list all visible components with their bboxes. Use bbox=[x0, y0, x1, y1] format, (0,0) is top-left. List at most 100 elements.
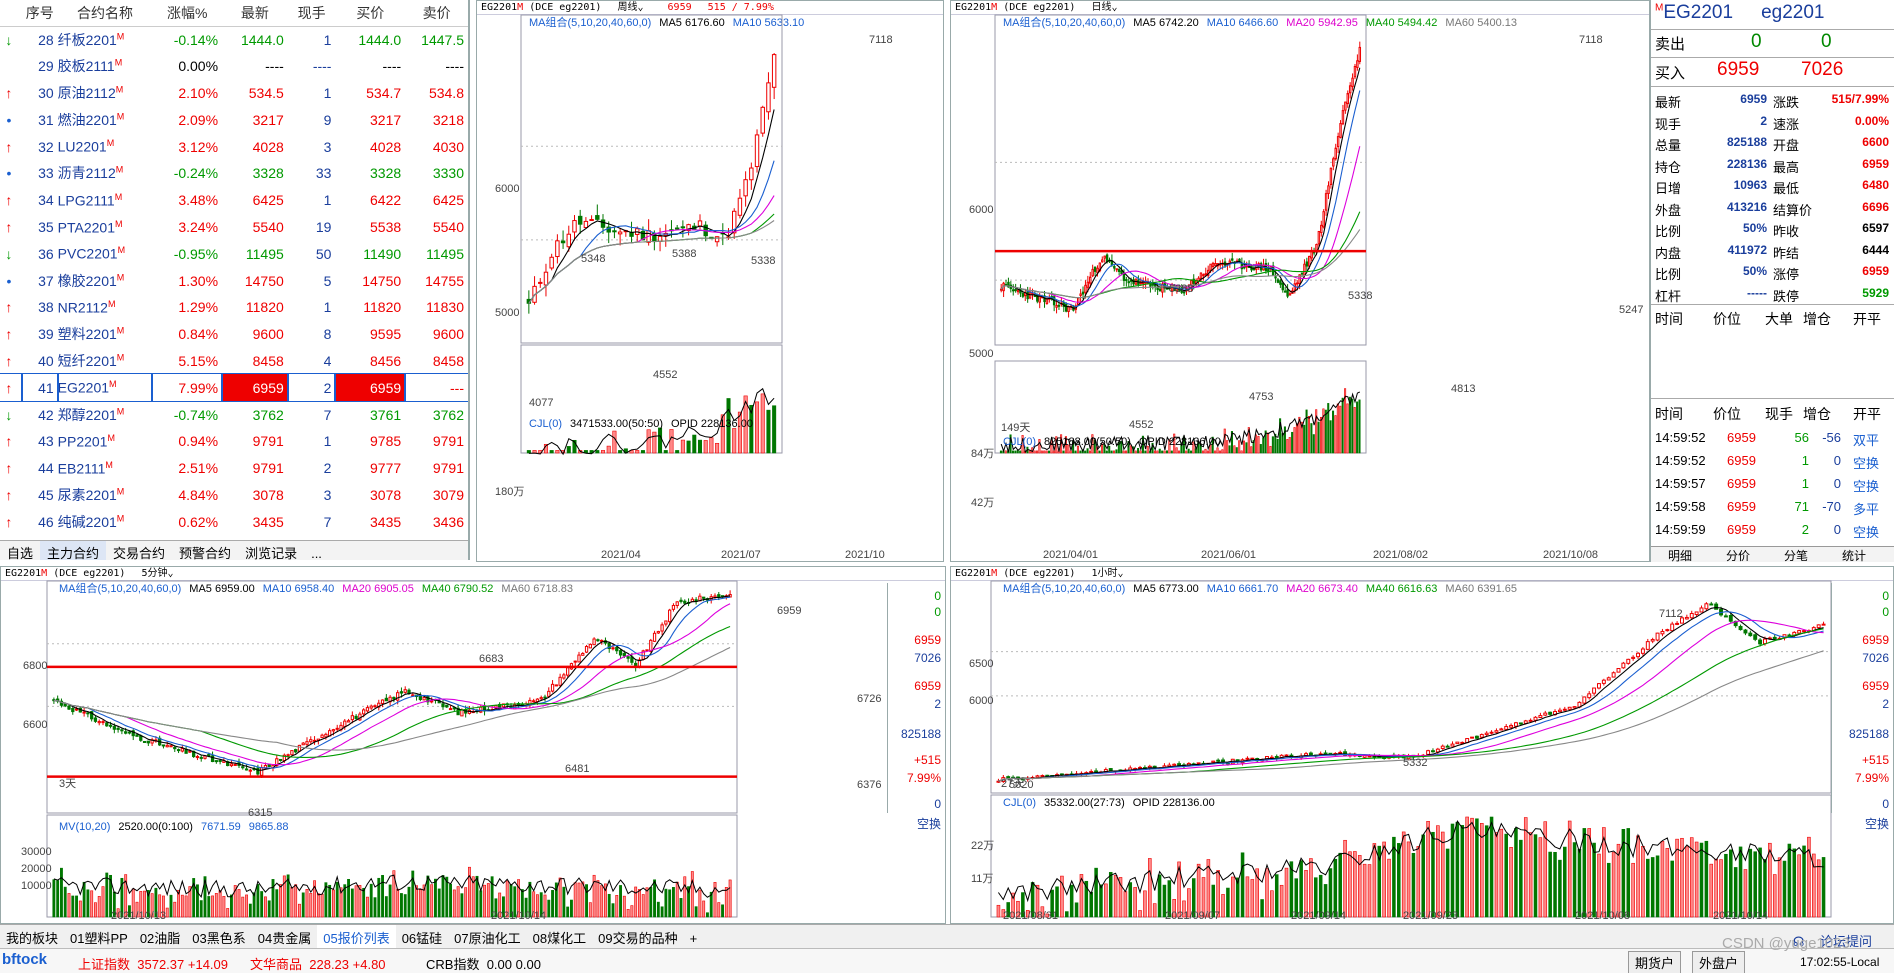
candle-body bbox=[1431, 750, 1435, 753]
direction-icon bbox=[0, 53, 22, 80]
candle-body bbox=[1115, 268, 1118, 271]
row-bid: 5538 bbox=[370, 218, 402, 235]
hour1-chart-panel[interactable]: EG2201M (DCE eg2201) 1小时⌄ MA组合(5,10,20,4… bbox=[950, 566, 1894, 924]
candle-body bbox=[771, 54, 777, 88]
bottom-tab[interactable]: 我的板块 bbox=[0, 925, 64, 950]
futures-account-button[interactable]: 期货户 bbox=[1628, 951, 1682, 973]
candle-body bbox=[1284, 754, 1289, 757]
candle-body bbox=[1216, 759, 1221, 762]
quote-tab[interactable]: ... bbox=[304, 544, 329, 560]
foreign-account-button[interactable]: 外盘户 bbox=[1692, 951, 1746, 973]
col-header[interactable]: 涨幅% bbox=[152, 0, 223, 27]
daily-chart-panel[interactable]: EG2201M (DCE eg2201) 日线⌄ MA组合(5,10,20,40… bbox=[950, 0, 1650, 562]
volume-bar bbox=[1242, 440, 1246, 454]
table-row[interactable]: ↑ 43 PP2201M 0.94% 9791 1 9785 9791 bbox=[0, 428, 468, 455]
table-row[interactable]: ↓ 28 纤板2201M -0.14% 1444.0 1 1444.0 1447.5 bbox=[0, 26, 468, 53]
col-header[interactable]: 合约名称 bbox=[57, 0, 153, 27]
quote-tab[interactable]: 自选 bbox=[0, 541, 40, 560]
col-header[interactable]: 现手 bbox=[287, 0, 336, 27]
volume-bar bbox=[692, 434, 697, 454]
sell-price[interactable]: 0 bbox=[1751, 31, 1762, 53]
min5-chart-panel[interactable]: EG2201M (DCE eg2201) 5分钟⌄ MA组合(5,10,20,4… bbox=[0, 566, 946, 924]
side-quote: 0 bbox=[934, 797, 941, 811]
bottom-tab[interactable]: 08煤化工 bbox=[527, 925, 592, 950]
col-header[interactable]: 买价 bbox=[335, 0, 406, 27]
table-row[interactable]: ↑ 30 原油2112M 2.10% 534.5 1 534.7 534.8 bbox=[0, 80, 468, 107]
info-tab[interactable]: 分笔 bbox=[1767, 547, 1825, 562]
table-row[interactable]: ↑ 32 LU2201M 3.12% 4028 3 4028 4030 bbox=[0, 133, 468, 160]
table-row[interactable]: • 37 橡胶2201M 1.30% 14750 5 14750 14755 bbox=[0, 267, 468, 294]
bottom-tab[interactable]: 09交易的品种 bbox=[592, 925, 683, 950]
candle-body bbox=[547, 690, 551, 697]
row-chg: 2.09% bbox=[178, 111, 219, 128]
volume-bar bbox=[105, 872, 109, 918]
table-row[interactable]: ↑ 41 EG2201M 7.99% 6959 2 6959 --- bbox=[0, 373, 468, 403]
volume-bar bbox=[680, 439, 685, 454]
volume-bar bbox=[721, 904, 724, 918]
table-row[interactable]: ↑ 46 纯碱2201M 0.62% 3435 7 3435 3436 bbox=[0, 508, 468, 535]
table-row[interactable]: ↓ 42 郑醇2201M -0.74% 3762 7 3761 3762 bbox=[0, 401, 468, 428]
candle-body bbox=[380, 699, 385, 704]
col-header[interactable]: 最新 bbox=[222, 0, 288, 27]
index-wenhua[interactable]: 文华商品 228.23 +4.80 bbox=[250, 954, 386, 973]
info-tab[interactable]: 明细 bbox=[1651, 547, 1709, 562]
candle-body bbox=[1606, 677, 1611, 681]
volume-bar bbox=[1048, 450, 1051, 454]
candle-body bbox=[1538, 715, 1543, 719]
table-row[interactable]: ↑ 35 PTA2201M 3.24% 5540 19 5538 5540 bbox=[0, 214, 468, 241]
row-chg: -0.95% bbox=[173, 245, 219, 262]
bottom-tab-active[interactable]: 05报价列表 bbox=[317, 925, 396, 950]
table-row[interactable]: ↑ 44 EB2111M 2.51% 9791 2 9777 9791 bbox=[0, 455, 468, 482]
candle-body bbox=[1076, 297, 1080, 306]
volume-bar bbox=[441, 875, 445, 918]
col-header[interactable]: 序号 bbox=[21, 0, 58, 27]
bottom-tab[interactable]: 06锰硅 bbox=[396, 925, 448, 950]
bottom-tab[interactable]: 03黑色系 bbox=[186, 925, 251, 950]
quote-tab[interactable]: 预警合约 bbox=[172, 541, 238, 560]
quote-tab-active[interactable]: 主力合约 bbox=[40, 541, 107, 560]
table-row[interactable]: ↑ 40 短纤2201M 5.15% 8458 4 8456 8458 bbox=[0, 348, 468, 375]
volume-bar bbox=[1028, 450, 1031, 454]
candle-body bbox=[664, 620, 668, 625]
candle-body bbox=[1089, 770, 1094, 773]
bottom-tab[interactable]: 02油脂 bbox=[134, 925, 186, 950]
volume-bar bbox=[415, 885, 418, 918]
bottom-tab[interactable]: 07原油化工 bbox=[448, 925, 526, 950]
info-tab[interactable]: 分价 bbox=[1709, 547, 1767, 562]
buy-price[interactable]: 6959 bbox=[1717, 59, 1759, 81]
table-row[interactable]: 29 胶板2111M 0.00% ---- ---- ---- ---- bbox=[0, 53, 468, 80]
candle-body bbox=[543, 271, 549, 286]
table-row[interactable]: • 31 燃油2201M 2.09% 3217 9 3217 3218 bbox=[0, 106, 468, 133]
bottom-tab[interactable]: 01塑料PP bbox=[64, 925, 134, 950]
row-vol: 5 bbox=[323, 272, 332, 289]
table-row[interactable]: ↑ 39 塑料2201M 0.84% 9600 8 9595 9600 bbox=[0, 321, 468, 348]
candle-body bbox=[74, 708, 79, 711]
row-vol: 8 bbox=[323, 326, 332, 343]
table-row[interactable]: ↑ 38 NR2112M 1.29% 11820 1 11820 11830 bbox=[0, 294, 468, 321]
bottom-tab[interactable]: 04贵金属 bbox=[252, 925, 317, 950]
table-row[interactable]: ↑ 34 LPG2111M 3.48% 6425 1 6422 6425 bbox=[0, 187, 468, 214]
info-field: 涨停 bbox=[1773, 267, 1800, 282]
candle-body bbox=[384, 697, 388, 702]
index-shanghai[interactable]: 上证指数 3572.37 +14.09 bbox=[78, 954, 228, 973]
table-row[interactable]: • 33 沥青2112M -0.24% 3328 33 3328 3330 bbox=[0, 160, 468, 187]
direction-icon: ↓ bbox=[5, 31, 13, 48]
table-row[interactable]: ↑ 45 尿素2201M 4.84% 3078 3 3078 3079 bbox=[0, 482, 468, 509]
index-crb[interactable]: CRB指数 0.00 0.00 bbox=[426, 954, 541, 973]
info-tab[interactable]: 统计 bbox=[1825, 547, 1883, 562]
info-field: 6600 bbox=[1862, 135, 1889, 149]
peak-label: 5348 bbox=[581, 253, 606, 265]
weekly-chart-panel[interactable]: EG2201M (DCE eg2201) 周线⌄ 6959 515 / 7.99… bbox=[476, 0, 944, 562]
col-header: 时间 bbox=[1655, 406, 1683, 422]
table-row[interactable]: ↓ 36 PVC2201M -0.95% 11495 50 11490 11495 bbox=[0, 240, 468, 267]
trade-cell: 6959 bbox=[1727, 499, 1756, 514]
volume-bar bbox=[566, 446, 571, 454]
volume-bar bbox=[1362, 863, 1367, 918]
ma-line bbox=[53, 625, 731, 758]
quote-tab[interactable]: 交易合约 bbox=[106, 541, 172, 560]
col-header[interactable]: 卖价 bbox=[405, 0, 468, 27]
quote-tab[interactable]: 浏览记录 bbox=[238, 541, 304, 560]
row-name: 橡胶2201M bbox=[57, 271, 125, 289]
row-seq: 34 bbox=[38, 192, 54, 209]
add-tab-button[interactable]: + bbox=[684, 928, 704, 949]
